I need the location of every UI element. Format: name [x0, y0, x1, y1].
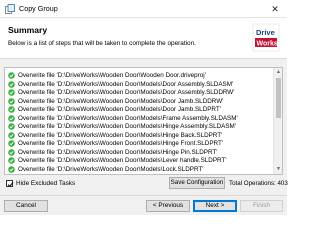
scroll-up-arrow-icon[interactable]: ▲ — [274, 68, 282, 77]
close-button[interactable]: ✕ — [263, 0, 287, 18]
content-area: ▲ ▼ Overwrite file 'D:\DriveWorks\Wooden… — [0, 59, 288, 195]
green-check-circle-icon — [8, 80, 15, 88]
svg-text:Drive: Drive — [256, 28, 275, 37]
close-icon: ✕ — [271, 4, 279, 14]
save-configuration-button[interactable]: Save Configuration — [169, 177, 225, 189]
green-check-circle-icon — [8, 157, 15, 164]
hide-excluded-checkbox[interactable] — [6, 180, 14, 187]
page-description: Below is a list of steps that will be ta… — [8, 40, 196, 47]
step-text: Overwrite file 'D:\DriveWorks\Wooden Doo… — [18, 165, 204, 173]
finish-button: Finish — [240, 200, 283, 212]
green-check-circle-icon — [8, 114, 15, 122]
page-title: Summary — [8, 25, 48, 35]
total-operations-count: Total Operations: 403 — [229, 180, 288, 187]
operations-list[interactable]: ▲ ▼ Overwrite file 'D:\DriveWorks\Wooden… — [4, 67, 283, 175]
green-check-circle-icon — [8, 131, 15, 139]
cancel-button[interactable]: Cancel — [4, 200, 48, 212]
previous-button[interactable]: < Previous — [146, 200, 190, 212]
next-button[interactable]: Next > — [193, 200, 237, 212]
list-item[interactable]: Overwrite file 'D:\DriveWorks\Wooden Doo… — [5, 165, 273, 174]
hide-excluded-label[interactable]: Hide Excluded Tasks — [16, 179, 75, 188]
green-check-circle-icon — [8, 89, 15, 96]
green-check-circle-icon — [8, 72, 15, 79]
title-bar: Copy Group ✕ — [0, 0, 287, 18]
wizard-footer: Cancel < Previous Next > Finish — [0, 195, 287, 215]
scroll-down-arrow-icon[interactable]: ▼ — [274, 165, 282, 174]
window-title: Copy Group — [19, 4, 58, 13]
green-check-circle-icon — [8, 97, 15, 105]
scrollbar-thumb[interactable] — [276, 78, 281, 118]
green-check-circle-icon — [8, 165, 15, 173]
green-check-circle-icon — [8, 106, 15, 113]
driveworks-logo: Drive Works — [252, 22, 280, 53]
green-check-circle-icon — [8, 140, 15, 147]
green-check-circle-icon — [8, 148, 15, 156]
summary-header: Summary Below is a list of steps that wi… — [0, 18, 287, 58]
svg-text:Works: Works — [257, 40, 278, 47]
copy-group-icon — [5, 4, 15, 14]
vertical-scrollbar[interactable]: ▲ ▼ — [273, 68, 282, 174]
green-check-circle-icon — [8, 123, 15, 130]
